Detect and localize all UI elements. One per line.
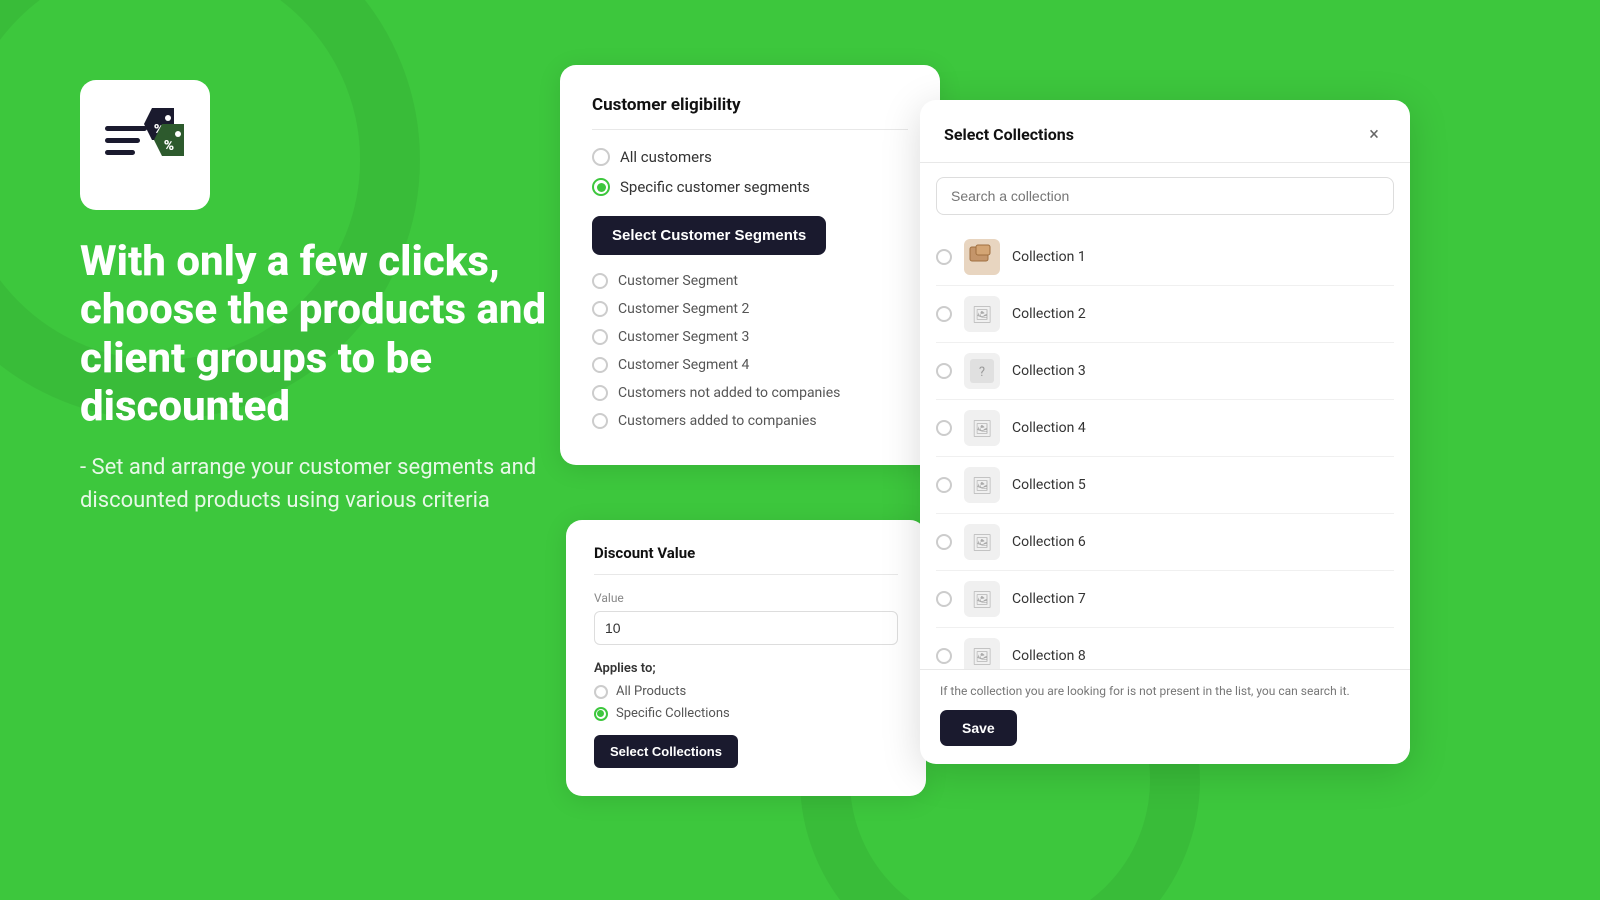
subtext: - Set and arrange your customer segments…	[80, 451, 580, 517]
segment-item-4[interactable]: Customer Segment 4	[592, 357, 908, 373]
coll-radio-7	[936, 591, 952, 607]
applies-specific-collections[interactable]: Specific Collections	[594, 706, 898, 721]
coll-name-1: Collection 1	[1012, 249, 1086, 265]
modal-header: Select Collections ×	[920, 100, 1410, 163]
value-label: Value	[594, 591, 898, 605]
discount-value-field: Value	[594, 591, 898, 645]
applies-all-radio	[594, 685, 608, 699]
coll-radio-8	[936, 648, 952, 664]
coll-name-6: Collection 6	[1012, 534, 1086, 550]
select-collections-modal: Select Collections × Collection 1 🖼 Coll…	[920, 100, 1410, 764]
modal-title: Select Collections	[944, 125, 1074, 144]
modal-close-button[interactable]: ×	[1362, 122, 1386, 146]
segment-item-1[interactable]: Customer Segment	[592, 273, 908, 289]
discount-value-card: Discount Value Value Applies to; All Pro…	[566, 520, 926, 796]
collection-item-8[interactable]: 🖼 Collection 8	[936, 628, 1394, 669]
radio-all-customers-circle	[592, 148, 610, 166]
left-section: % % With only a few clicks, choose the p…	[80, 80, 580, 517]
coll-radio-6	[936, 534, 952, 550]
save-button[interactable]: Save	[940, 710, 1017, 746]
customer-eligibility-card: Customer eligibility All customers Speci…	[560, 65, 940, 465]
svg-text:%: %	[164, 138, 174, 154]
logo-box: % %	[80, 80, 210, 210]
radio-specific-segments-label: Specific customer segments	[620, 178, 810, 196]
coll-thumb-3: ?	[964, 353, 1000, 389]
applies-all-products[interactable]: All Products	[594, 684, 898, 699]
coll-name-2: Collection 2	[1012, 306, 1086, 322]
collection-search-input[interactable]	[936, 177, 1394, 215]
coll-thumb-2: 🖼	[964, 296, 1000, 332]
modal-footer: If the collection you are looking for is…	[920, 669, 1410, 764]
coll-thumb-7: 🖼	[964, 581, 1000, 617]
broken-img-8: 🖼	[972, 647, 992, 666]
applies-to-section: Applies to; All Products Specific Collec…	[594, 661, 898, 721]
segment-label-5: Customers not added to companies	[618, 385, 840, 401]
radio-specific-segments-circle	[592, 178, 610, 196]
select-collections-button[interactable]: Select Collections	[594, 735, 738, 768]
coll-radio-4	[936, 420, 952, 436]
coll-name-8: Collection 8	[1012, 648, 1086, 664]
collection-item-2[interactable]: 🖼 Collection 2	[936, 286, 1394, 343]
segment-item-6[interactable]: Customers added to companies	[592, 413, 908, 429]
coll-thumb-4: 🖼	[964, 410, 1000, 446]
coll-thumb-5: 🖼	[964, 467, 1000, 503]
collection-item-1[interactable]: Collection 1	[936, 229, 1394, 286]
coll-name-5: Collection 5	[1012, 477, 1086, 493]
segment-item-2[interactable]: Customer Segment 2	[592, 301, 908, 317]
applies-options: All Products Specific Collections	[594, 684, 898, 721]
broken-img-7: 🖼	[972, 590, 992, 609]
collection-item-5[interactable]: 🖼 Collection 5	[936, 457, 1394, 514]
coll-name-7: Collection 7	[1012, 591, 1086, 607]
segment-radio-4	[592, 357, 608, 373]
svg-text:?: ?	[979, 365, 985, 380]
coll-name-4: Collection 4	[1012, 420, 1086, 436]
eligibility-radio-group: All customers Specific customer segments	[592, 148, 908, 196]
collection-item-7[interactable]: 🖼 Collection 7	[936, 571, 1394, 628]
radio-all-customers[interactable]: All customers	[592, 148, 908, 166]
collection-item-3[interactable]: ? Collection 3	[936, 343, 1394, 400]
coll-thumb-6: 🖼	[964, 524, 1000, 560]
broken-img-4: 🖼	[972, 419, 992, 438]
eligibility-title: Customer eligibility	[592, 95, 908, 130]
applies-to-label: Applies to;	[594, 661, 898, 676]
applies-specific-label: Specific Collections	[616, 706, 730, 721]
collection-item-4[interactable]: 🖼 Collection 4	[936, 400, 1394, 457]
segment-label-2: Customer Segment 2	[618, 301, 749, 317]
segment-label-4: Customer Segment 4	[618, 357, 749, 373]
segment-label-6: Customers added to companies	[618, 413, 817, 429]
coll-radio-1	[936, 249, 952, 265]
discount-title: Discount Value	[594, 544, 898, 575]
segment-radio-2	[592, 301, 608, 317]
coll-radio-3	[936, 363, 952, 379]
coll-name-3: Collection 3	[1012, 363, 1086, 379]
segment-label-1: Customer Segment	[618, 273, 738, 289]
coll-radio-2	[936, 306, 952, 322]
segment-label-3: Customer Segment 3	[618, 329, 749, 345]
collection-item-6[interactable]: 🖼 Collection 6	[936, 514, 1394, 571]
segment-radio-3	[592, 329, 608, 345]
applies-all-label: All Products	[616, 684, 686, 699]
coll-radio-5	[936, 477, 952, 493]
collection-list: Collection 1 🖼 Collection 2 ? Collection…	[920, 229, 1410, 669]
segment-list: Customer Segment Customer Segment 2 Cust…	[592, 273, 908, 429]
applies-specific-radio	[594, 707, 608, 721]
segment-radio-5	[592, 385, 608, 401]
radio-all-customers-label: All customers	[620, 148, 712, 166]
segment-radio-1	[592, 273, 608, 289]
headline: With only a few clicks, choose the produ…	[80, 238, 580, 431]
radio-specific-segments[interactable]: Specific customer segments	[592, 178, 908, 196]
segment-radio-6	[592, 413, 608, 429]
coll-thumb-1	[964, 239, 1000, 275]
broken-img-6: 🖼	[972, 533, 992, 552]
select-segments-button[interactable]: Select Customer Segments	[592, 216, 826, 255]
logo-icon: % %	[100, 108, 190, 183]
broken-img-5: 🖼	[972, 476, 992, 495]
segment-item-3[interactable]: Customer Segment 3	[592, 329, 908, 345]
footer-hint: If the collection you are looking for is…	[940, 684, 1390, 698]
value-input[interactable]	[594, 611, 898, 645]
broken-img-2: 🖼	[972, 305, 992, 324]
coll-thumb-8: 🖼	[964, 638, 1000, 669]
segment-item-5[interactable]: Customers not added to companies	[592, 385, 908, 401]
